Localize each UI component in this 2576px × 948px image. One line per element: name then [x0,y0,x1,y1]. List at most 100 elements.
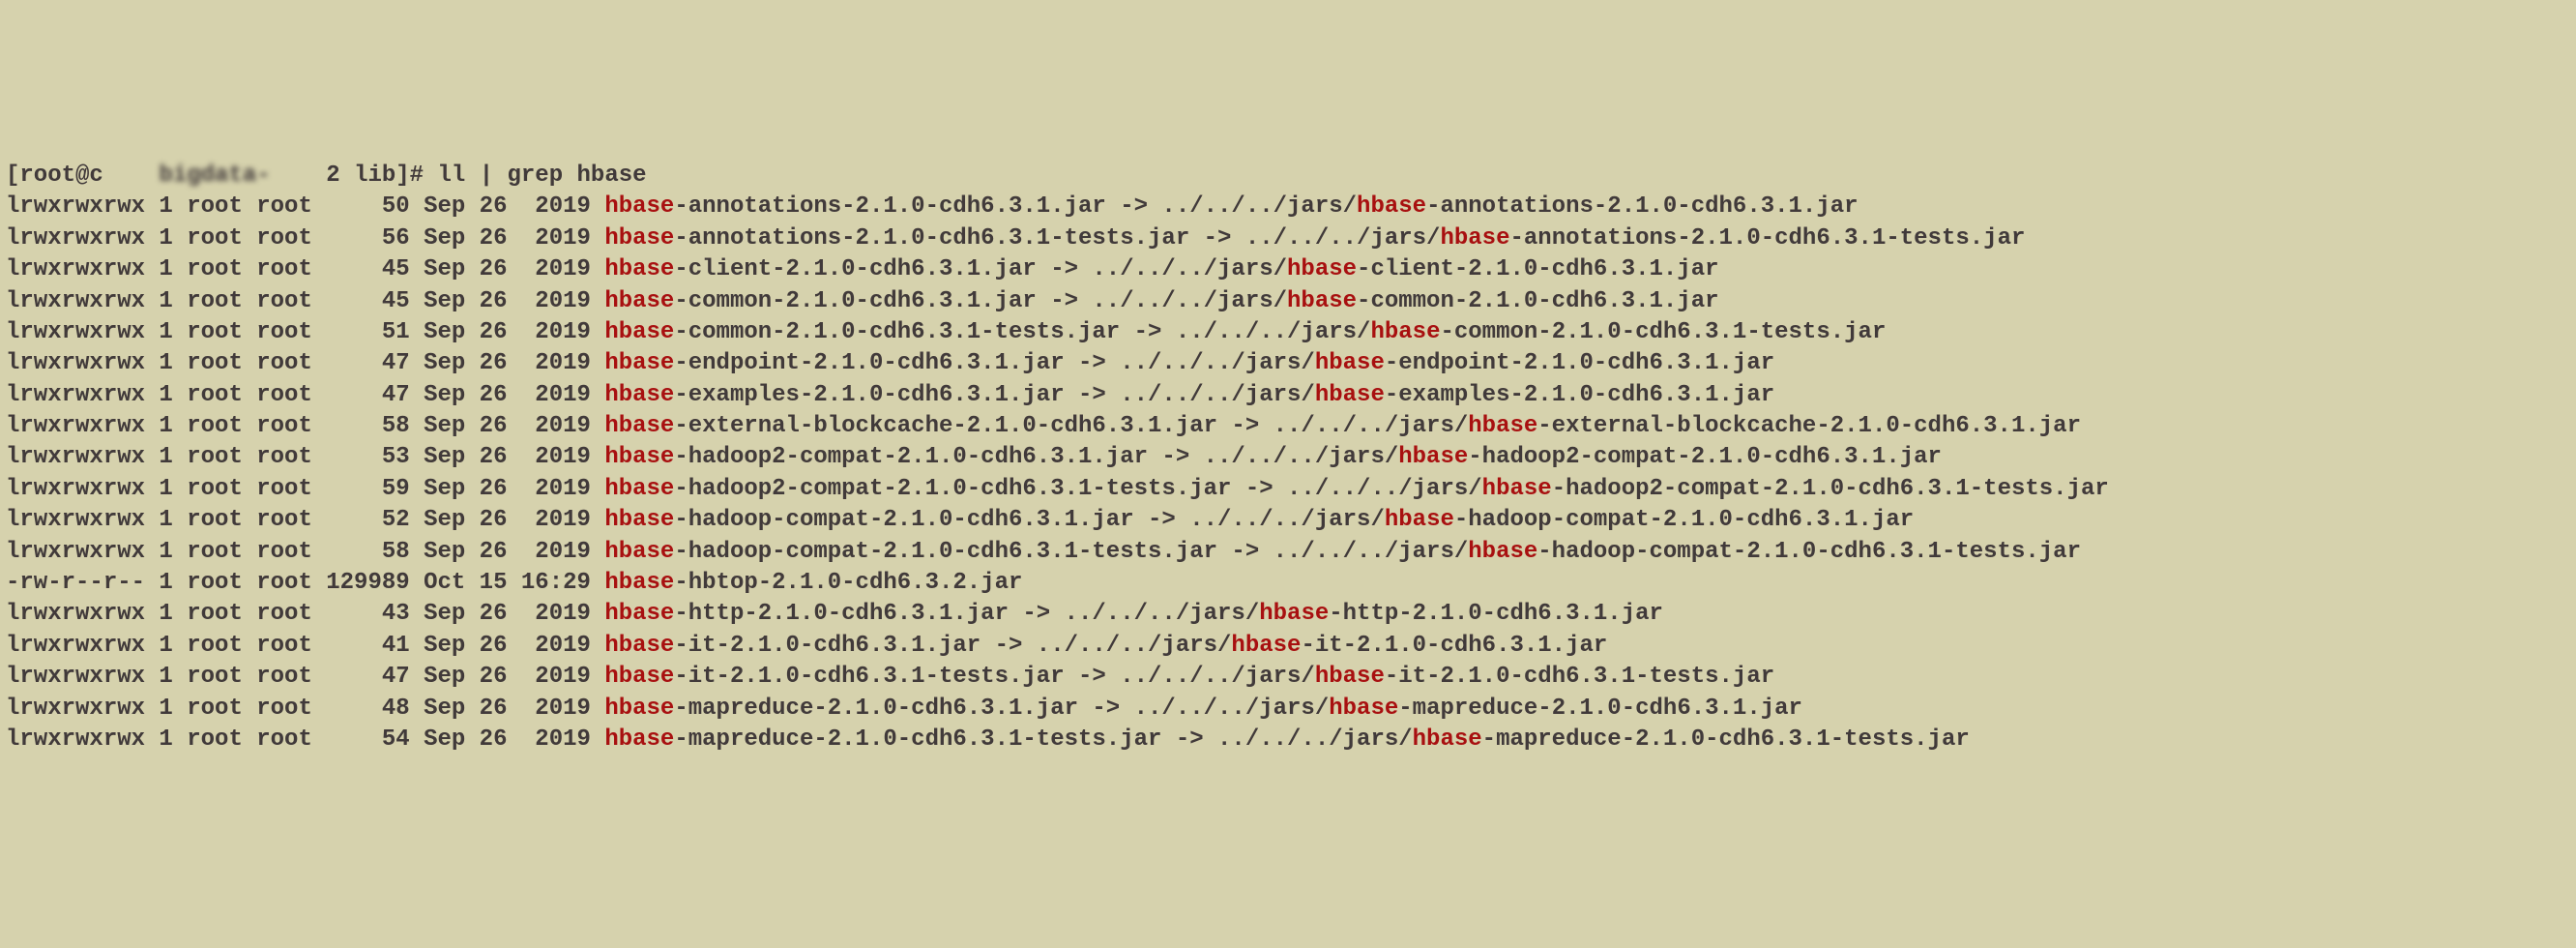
file-name-segment: -hbtop-2.1.0-cdh6.3.2.jar [674,570,1022,596]
file-metadata: lrwxrwxrwx 1 root root 54 Sep 26 2019 [6,726,604,753]
file-name-segment: -mapreduce-2.1.0-cdh6.3.1-tests.jar -> .… [674,726,1412,753]
file-row: lrwxrwxrwx 1 root root 45 Sep 26 2019 hb… [6,254,2570,285]
grep-match: hbase [604,664,674,690]
grep-match: hbase [604,193,674,220]
grep-match: hbase [1468,539,1537,565]
file-name-segment: -hadoop2-compat-2.1.0-cdh6.3.1-tests.jar [1552,476,2109,502]
file-row: lrwxrwxrwx 1 root root 43 Sep 26 2019 hb… [6,599,2570,630]
grep-match: hbase [1259,601,1329,627]
file-row: lrwxrwxrwx 1 root root 47 Sep 26 2019 hb… [6,662,2570,693]
file-metadata: lrwxrwxrwx 1 root root 45 Sep 26 2019 [6,288,604,314]
grep-match: hbase [1231,633,1301,659]
grep-match: hbase [1315,350,1385,376]
grep-match: hbase [1357,193,1426,220]
file-name-segment: -it-2.1.0-cdh6.3.1.jar [1301,633,1607,659]
file-row: lrwxrwxrwx 1 root root 54 Sep 26 2019 hb… [6,725,2570,755]
file-row: lrwxrwxrwx 1 root root 47 Sep 26 2019 hb… [6,380,2570,411]
file-row: lrwxrwxrwx 1 root root 59 Sep 26 2019 hb… [6,474,2570,505]
file-row: -rw-r--r-- 1 root root 129989 Oct 15 16:… [6,568,2570,599]
grep-match: hbase [604,444,674,470]
file-row: lrwxrwxrwx 1 root root 58 Sep 26 2019 hb… [6,537,2570,568]
file-name-segment: -common-2.1.0-cdh6.3.1-tests.jar -> ../.… [674,319,1370,345]
grep-match: hbase [604,382,674,408]
file-name-segment: -mapreduce-2.1.0-cdh6.3.1.jar [1398,696,1802,722]
grep-match: hbase [1329,696,1398,722]
prompt-suffix: 2 lib]# ll | grep hbase [326,163,646,189]
file-metadata: lrwxrwxrwx 1 root root 59 Sep 26 2019 [6,476,604,502]
file-name-segment: -it-2.1.0-cdh6.3.1.jar -> ../../../jars/ [674,633,1231,659]
file-metadata: lrwxrwxrwx 1 root root 41 Sep 26 2019 [6,633,604,659]
grep-match: hbase [1287,256,1357,282]
file-name-segment: -hadoop-compat-2.1.0-cdh6.3.1-tests.jar … [674,539,1468,565]
file-name-segment: -endpoint-2.1.0-cdh6.3.1.jar -> ../../..… [674,350,1315,376]
terminal-output: [root@c bigdata- 2 lib]# ll | grep hbase… [6,130,2570,787]
grep-match: hbase [1370,319,1440,345]
file-name-segment: -annotations-2.1.0-cdh6.3.1-tests.jar ->… [674,225,1440,252]
file-name-segment: -hadoop2-compat-2.1.0-cdh6.3.1.jar [1468,444,1942,470]
file-row: lrwxrwxrwx 1 root root 53 Sep 26 2019 hb… [6,442,2570,473]
prompt-host-blur: bigdata- [103,163,326,189]
grep-match: hbase [604,726,674,753]
grep-match: hbase [604,539,674,565]
grep-match: hbase [604,633,674,659]
file-name-segment: -examples-2.1.0-cdh6.3.1.jar [1385,382,1774,408]
file-row: lrwxrwxrwx 1 root root 56 Sep 26 2019 hb… [6,223,2570,254]
file-metadata: lrwxrwxrwx 1 root root 58 Sep 26 2019 [6,539,604,565]
grep-match: hbase [604,225,674,252]
grep-match: hbase [604,350,674,376]
grep-match: hbase [604,288,674,314]
file-name-segment: -it-2.1.0-cdh6.3.1-tests.jar [1385,664,1774,690]
file-name-segment: -client-2.1.0-cdh6.3.1.jar [1357,256,1718,282]
file-name-segment: -hadoop2-compat-2.1.0-cdh6.3.1.jar -> ..… [674,444,1398,470]
grep-match: hbase [604,256,674,282]
file-name-segment: -it-2.1.0-cdh6.3.1-tests.jar -> ../../..… [674,664,1315,690]
file-row: lrwxrwxrwx 1 root root 50 Sep 26 2019 hb… [6,192,2570,222]
file-name-segment: -endpoint-2.1.0-cdh6.3.1.jar [1385,350,1774,376]
grep-match: hbase [1482,476,1552,502]
file-metadata: lrwxrwxrwx 1 root root 53 Sep 26 2019 [6,444,604,470]
file-metadata: lrwxrwxrwx 1 root root 51 Sep 26 2019 [6,319,604,345]
file-row: lrwxrwxrwx 1 root root 48 Sep 26 2019 hb… [6,694,2570,725]
file-listing: lrwxrwxrwx 1 root root 50 Sep 26 2019 hb… [6,192,2570,755]
file-metadata: lrwxrwxrwx 1 root root 45 Sep 26 2019 [6,256,604,282]
grep-match: hbase [604,601,674,627]
file-metadata: -rw-r--r-- 1 root root 129989 Oct 15 16:… [6,570,604,596]
file-metadata: lrwxrwxrwx 1 root root 48 Sep 26 2019 [6,696,604,722]
prompt-user: [root@c [6,163,103,189]
file-name-segment: -common-2.1.0-cdh6.3.1-tests.jar [1440,319,1886,345]
grep-match: hbase [604,413,674,439]
file-name-segment: -hadoop-compat-2.1.0-cdh6.3.1.jar [1454,507,1914,533]
grep-match: hbase [604,570,674,596]
file-metadata: lrwxrwxrwx 1 root root 58 Sep 26 2019 [6,413,604,439]
file-metadata: lrwxrwxrwx 1 root root 56 Sep 26 2019 [6,225,604,252]
grep-match: hbase [1398,444,1468,470]
file-name-segment: -http-2.1.0-cdh6.3.1.jar -> ../../../jar… [674,601,1259,627]
grep-match: hbase [604,319,674,345]
file-row: lrwxrwxrwx 1 root root 47 Sep 26 2019 hb… [6,348,2570,379]
file-metadata: lrwxrwxrwx 1 root root 47 Sep 26 2019 [6,382,604,408]
file-metadata: lrwxrwxrwx 1 root root 47 Sep 26 2019 [6,664,604,690]
file-name-segment: -hadoop-compat-2.1.0-cdh6.3.1-tests.jar [1537,539,2081,565]
file-name-segment: -annotations-2.1.0-cdh6.3.1.jar [1426,193,1858,220]
grep-match: hbase [1287,288,1357,314]
file-name-segment: -mapreduce-2.1.0-cdh6.3.1-tests.jar [1482,726,1970,753]
file-name-segment: -mapreduce-2.1.0-cdh6.3.1.jar -> ../../.… [674,696,1329,722]
file-metadata: lrwxrwxrwx 1 root root 50 Sep 26 2019 [6,193,604,220]
file-row: lrwxrwxrwx 1 root root 52 Sep 26 2019 hb… [6,505,2570,536]
file-row: lrwxrwxrwx 1 root root 51 Sep 26 2019 hb… [6,317,2570,348]
grep-match: hbase [1440,225,1509,252]
file-row: lrwxrwxrwx 1 root root 58 Sep 26 2019 hb… [6,411,2570,442]
prompt-line: [root@c bigdata- 2 lib]# ll | grep hbase [6,161,2570,192]
file-name-segment: -hadoop-compat-2.1.0-cdh6.3.1.jar -> ../… [674,507,1385,533]
grep-match: hbase [1315,664,1385,690]
file-metadata: lrwxrwxrwx 1 root root 43 Sep 26 2019 [6,601,604,627]
grep-match: hbase [1468,413,1537,439]
grep-match: hbase [604,476,674,502]
file-name-segment: -external-blockcache-2.1.0-cdh6.3.1.jar … [674,413,1468,439]
file-name-segment: -hadoop2-compat-2.1.0-cdh6.3.1-tests.jar… [674,476,1481,502]
file-name-segment: -annotations-2.1.0-cdh6.3.1.jar -> ../..… [674,193,1357,220]
file-metadata: lrwxrwxrwx 1 root root 52 Sep 26 2019 [6,507,604,533]
grep-match: hbase [1315,382,1385,408]
file-name-segment: -examples-2.1.0-cdh6.3.1.jar -> ../../..… [674,382,1315,408]
file-name-segment: -common-2.1.0-cdh6.3.1.jar [1357,288,1718,314]
